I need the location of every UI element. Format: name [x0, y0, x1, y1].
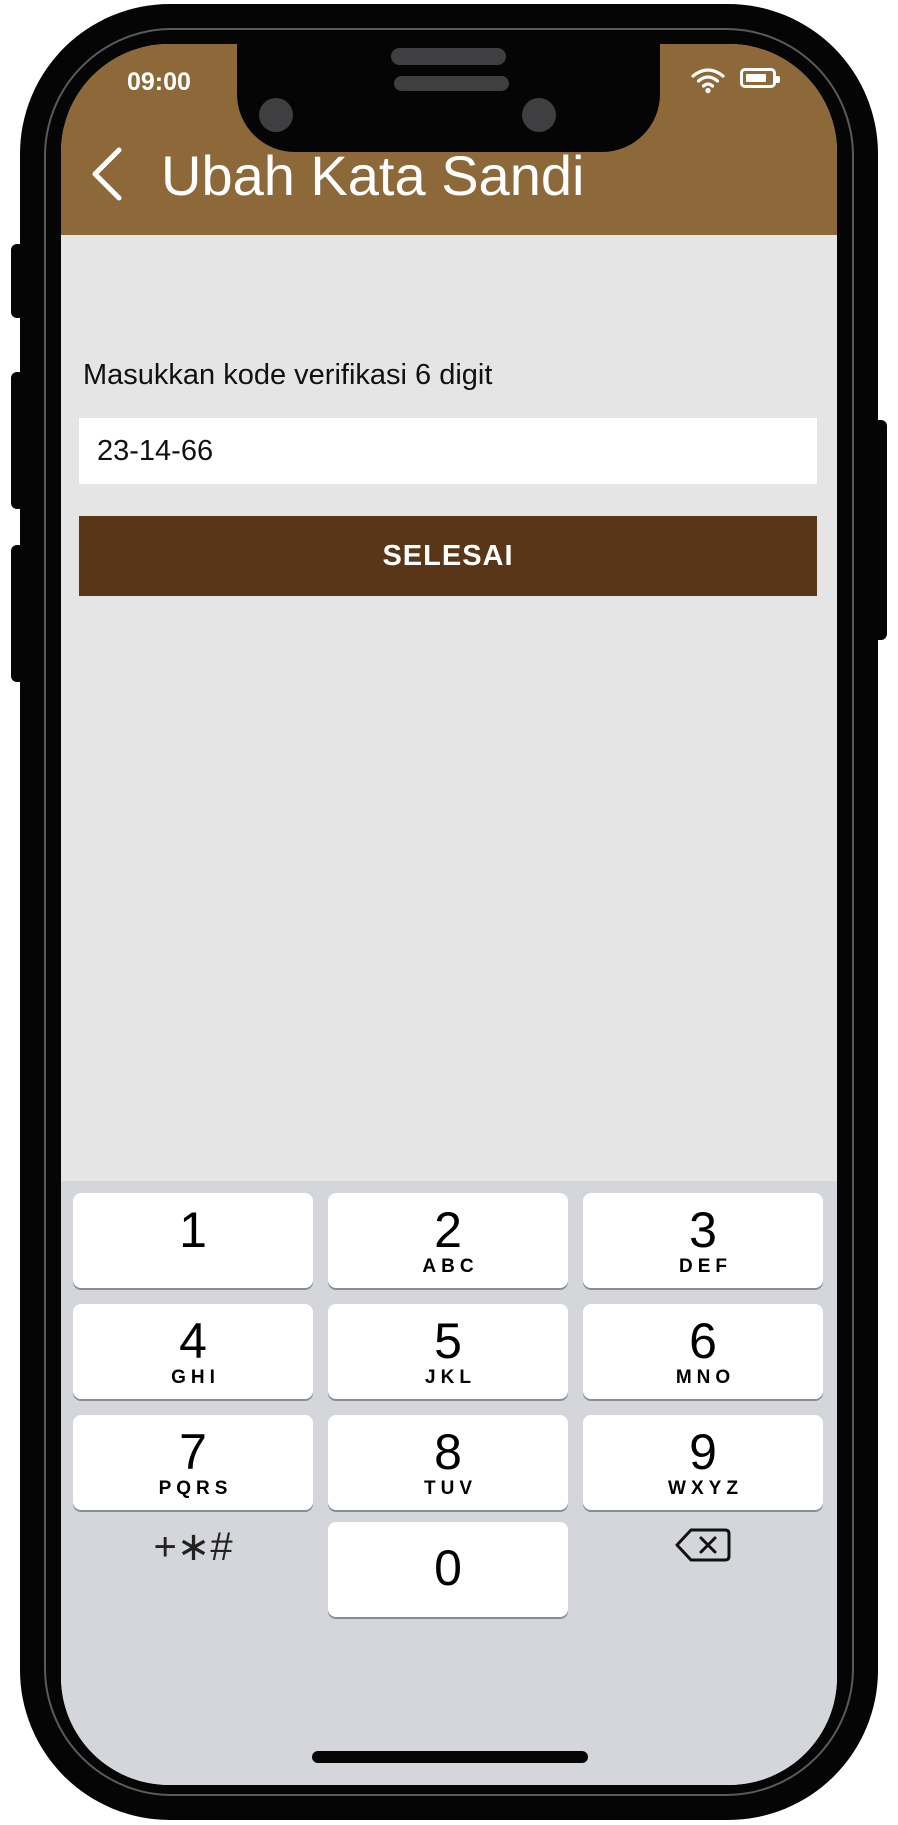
key-1[interactable]: 1: [73, 1193, 313, 1288]
speaker-grille: [394, 76, 509, 91]
face-sensor: [522, 98, 556, 132]
notch: [237, 44, 660, 152]
key-letters: ABC: [422, 1256, 479, 1277]
key-digit: 5: [434, 1313, 462, 1369]
key-digit: 1: [179, 1202, 207, 1258]
battery-icon: [740, 68, 780, 88]
key-5[interactable]: 5 JKL: [328, 1304, 568, 1399]
key-digit: 9: [689, 1424, 717, 1480]
key-letters: DEF: [679, 1256, 732, 1277]
key-letters: TUV: [424, 1478, 477, 1499]
status-time: 09:00: [127, 68, 191, 96]
key-4[interactable]: 4 GHI: [73, 1304, 313, 1399]
backspace-icon: [675, 1528, 731, 1562]
key-digit: 3: [689, 1202, 717, 1258]
key-7[interactable]: 7 PQRS: [73, 1415, 313, 1510]
key-digit: 2: [434, 1202, 462, 1258]
key-letters: PQRS: [158, 1478, 233, 1499]
key-digit: 8: [434, 1424, 462, 1480]
done-button[interactable]: SELESAI: [79, 516, 817, 596]
key-letters: GHI: [171, 1367, 220, 1388]
back-chevron-icon[interactable]: [83, 144, 133, 204]
key-2[interactable]: 2 ABC: [328, 1193, 568, 1288]
symbols-key[interactable]: +∗#: [73, 1517, 313, 1577]
key-8[interactable]: 8 TUV: [328, 1415, 568, 1510]
key-letters: MNO: [675, 1367, 736, 1388]
phone-screen: 09:00 Ubah Kata Sandi Masukkan kode veri…: [61, 44, 837, 1785]
verification-form: Masukkan kode verifikasi 6 digit SELESAI: [61, 235, 837, 1225]
wifi-icon: [691, 68, 725, 94]
verification-code-label: Masukkan kode verifikasi 6 digit: [83, 359, 493, 391]
key-3[interactable]: 3 DEF: [583, 1193, 823, 1288]
key-digit: 7: [179, 1424, 207, 1480]
delete-key[interactable]: [583, 1517, 823, 1577]
key-0[interactable]: 0: [328, 1522, 568, 1617]
key-letters: WXYZ: [668, 1478, 743, 1499]
key-digit: 4: [179, 1313, 207, 1369]
key-9[interactable]: 9 WXYZ: [583, 1415, 823, 1510]
key-6[interactable]: 6 MNO: [583, 1304, 823, 1399]
verification-code-input[interactable]: [79, 418, 817, 484]
key-digit: 6: [689, 1313, 717, 1369]
key-digit: 0: [434, 1540, 462, 1596]
home-indicator[interactable]: [312, 1751, 588, 1763]
speaker-grille: [391, 48, 506, 65]
key-letters: JKL: [425, 1367, 476, 1388]
front-camera: [259, 98, 293, 132]
